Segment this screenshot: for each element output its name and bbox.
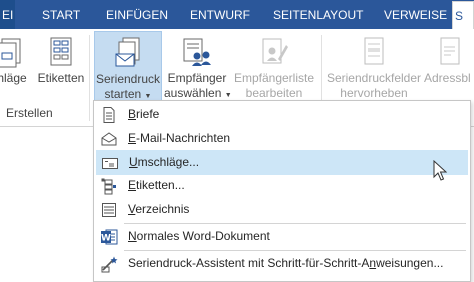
menu-item-briefe[interactable]: Briefe [96, 103, 468, 126]
menu-item-seriendruck-assistent[interactable]: Seriendruck-Assistent mit Schritt-für-Sc… [96, 252, 468, 275]
tab-seitenlayout[interactable]: SEITENLAYOUT [273, 0, 363, 29]
tab-sendungen[interactable]: S [452, 1, 474, 30]
adressblock-button[interactable]: Adressbl [424, 31, 474, 103]
letter-icon [100, 106, 118, 124]
menu-separator [124, 250, 466, 251]
word-icon: W [100, 228, 118, 246]
menu-item-verzeichnis[interactable]: Verzeichnis [96, 198, 468, 221]
envelope-stack-icon [0, 35, 24, 72]
highlight-fields-icon [359, 35, 389, 72]
recipients-icon [181, 35, 213, 72]
umschlaege-label: chläge [0, 71, 27, 85]
seriendruck-starten-button[interactable]: Seriendruck starten ▼ [94, 31, 162, 103]
tab-entwurf[interactable]: ENTWURF [190, 0, 250, 29]
wizard-icon [100, 255, 118, 273]
seriendruck-label-line1: Seriendruck [95, 72, 161, 86]
menu-item-etiketten[interactable]: Etiketten... [96, 174, 468, 197]
labels-icon [100, 177, 118, 195]
etiketten-label: Etiketten [37, 71, 85, 85]
mouse-pointer-icon [433, 159, 448, 185]
menu-item-umschlaege[interactable]: Umschläge... [96, 150, 468, 175]
tab-einfuegen[interactable]: EINFÜGEN [106, 0, 168, 29]
empfaenger-auswaehlen-button[interactable]: Empfänger auswählen ▼ [164, 31, 232, 103]
empfaengerliste-label-line1: Empfängerliste [233, 71, 315, 85]
chevron-down-icon: ▼ [144, 93, 152, 100]
empfaengerliste-bearbeiten-button[interactable]: Empfängerliste bearbeiten [232, 31, 316, 103]
ribbon-tab-bar: EI START EINFÜGEN ENTWURF SEITENLAYOUT V… [0, 0, 474, 30]
empfaenger-label-line1: Empfänger [167, 71, 227, 85]
address-block-icon [435, 35, 465, 72]
seriendruckfelder-hervorheben-button[interactable]: Seriendruckfelder hervorheben [324, 31, 424, 103]
group-separator [89, 35, 90, 121]
menu-item-email-nachrichten[interactable]: E-Mail-Nachrichten [96, 127, 468, 150]
tab-start[interactable]: START [42, 0, 80, 29]
group-label-erstellen: Erstellen [6, 106, 53, 120]
felder-label-line1: Seriendruckfelder [326, 71, 422, 85]
chevron-down-icon: ▼ [224, 92, 232, 99]
felder-label-line2: hervorheben [340, 86, 408, 100]
envelope-icon [101, 154, 119, 172]
etiketten-button[interactable]: Etiketten [36, 31, 86, 103]
empfaengerliste-label-line2: bearbeiten [245, 86, 303, 100]
menu-item-normales-word-dokument[interactable]: W Normales Word-Dokument [96, 225, 468, 248]
email-icon [100, 130, 118, 148]
svg-text:W: W [101, 234, 111, 244]
adressblock-label: Adressbl [424, 71, 471, 85]
tab-verweise[interactable]: VERWEISE [384, 0, 447, 29]
umschlaege-button[interactable]: chläge [0, 31, 32, 103]
mail-merge-start-icon [113, 36, 143, 73]
edit-recipient-list-icon [258, 35, 290, 72]
seriendruck-starten-menu: Briefe E-Mail-Nachrichten Umschläge... E… [93, 100, 471, 282]
tab-file[interactable]: EI [0, 0, 16, 29]
labels-sheet-icon [46, 35, 76, 72]
directory-icon [100, 201, 118, 219]
menu-separator [124, 223, 466, 224]
